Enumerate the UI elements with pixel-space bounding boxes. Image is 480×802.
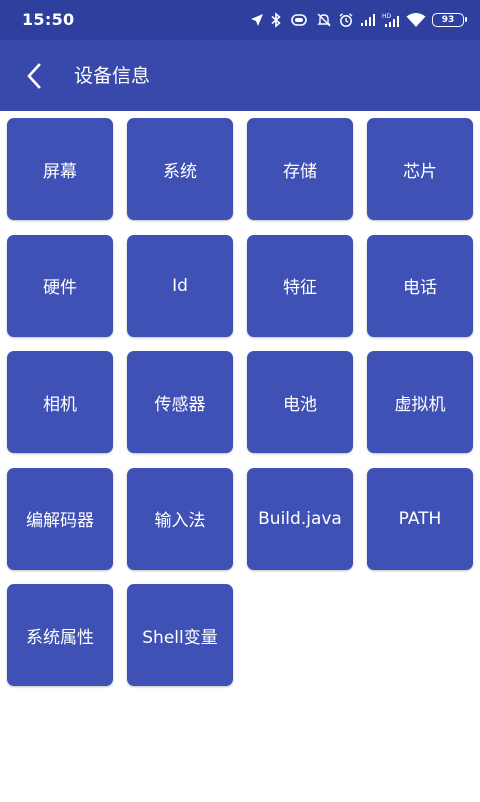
- tile-label: 输入法: [154, 511, 206, 531]
- tile-path[interactable]: PATH: [367, 467, 473, 570]
- page-title: 设备信息: [74, 65, 151, 87]
- tile-label: 芯片: [403, 161, 437, 182]
- back-button[interactable]: [14, 56, 54, 96]
- svg-text:HD: HD: [382, 13, 392, 20]
- tile-label: 虚拟机: [394, 394, 446, 415]
- bluetooth-icon: [270, 12, 282, 28]
- tile-sensors[interactable]: 传感器: [127, 351, 233, 453]
- tile-input-method[interactable]: 输入法: [127, 467, 233, 570]
- tile-label: Id: [172, 275, 188, 296]
- tile-label: 电话: [403, 278, 437, 298]
- tile-label: PATH: [398, 508, 442, 529]
- wifi-icon: [406, 12, 426, 28]
- signal-icon: [360, 13, 376, 27]
- tile-virtual-machine[interactable]: 虚拟机: [367, 351, 473, 453]
- tile-label: Build.java: [258, 508, 342, 529]
- tile-label: 特征: [283, 278, 317, 298]
- status-bar: 15:50 HD 93: [0, 0, 480, 40]
- back-arrow-icon: [27, 63, 41, 89]
- tile-id[interactable]: Id: [127, 234, 233, 337]
- status-icons: HD 93: [250, 9, 467, 31]
- vibrate-icon: [288, 13, 310, 27]
- location-icon: [250, 13, 264, 27]
- tile-hardware[interactable]: 硬件: [7, 234, 113, 337]
- tile-label: 存储: [283, 161, 317, 182]
- battery-icon: 93: [432, 13, 467, 27]
- hd-signal-icon: HD: [382, 12, 400, 28]
- tile-features[interactable]: 特征: [247, 234, 353, 337]
- mute-icon: [316, 12, 332, 28]
- tile-label: 系统: [163, 161, 197, 182]
- app-bar: 设备信息: [0, 40, 480, 111]
- tile-label: 屏幕: [43, 161, 77, 182]
- tile-chip[interactable]: 芯片: [367, 118, 473, 220]
- status-time: 15:50: [22, 10, 75, 29]
- tile-codecs[interactable]: 编解码器: [7, 467, 113, 570]
- alarm-icon: [338, 12, 354, 28]
- tile-build-java[interactable]: Build.java: [247, 467, 353, 570]
- tile-storage[interactable]: 存储: [247, 118, 353, 220]
- tile-label: 硬件: [43, 278, 77, 298]
- battery-level: 93: [441, 15, 455, 25]
- tile-system-properties[interactable]: 系统属性: [7, 584, 113, 686]
- tile-battery[interactable]: 电池: [247, 351, 353, 453]
- tile-label: 传感器: [154, 394, 206, 415]
- tile-system[interactable]: 系统: [127, 118, 233, 220]
- tile-label: 编解码器: [26, 511, 94, 531]
- tile-shell-variables[interactable]: Shell变量: [127, 584, 233, 686]
- tile-screen[interactable]: 屏幕: [7, 118, 113, 220]
- tile-phone[interactable]: 电话: [367, 234, 473, 337]
- tile-label: 系统属性: [26, 627, 94, 648]
- tile-camera[interactable]: 相机: [7, 351, 113, 453]
- tile-label: Shell变量: [142, 627, 218, 648]
- tile-label: 相机: [43, 394, 77, 415]
- info-grid: 屏幕 系统 存储 芯片 硬件 Id 特征 电话 相机 传感器 电池 虚拟机 编解…: [7, 118, 475, 686]
- tile-label: 电池: [283, 394, 317, 415]
